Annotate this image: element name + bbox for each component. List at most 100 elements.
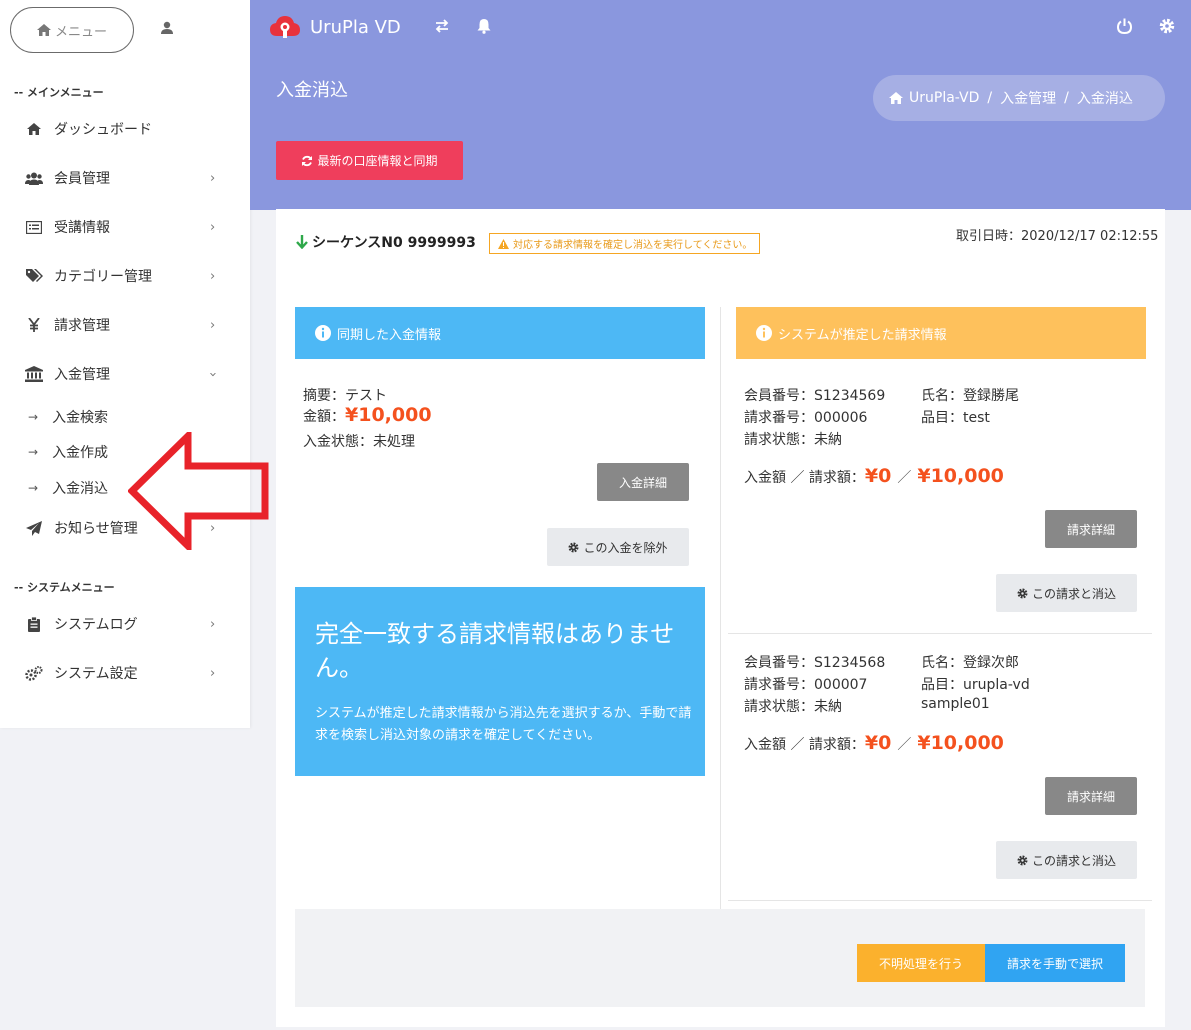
deposit-info-header: 同期した入金情報	[295, 307, 705, 359]
bill-amount-label: 入金額 ／ 請求額：	[744, 470, 865, 486]
exclude-deposit-button[interactable]: この入金を除外	[547, 528, 689, 566]
breadcrumb-separator: /	[1064, 90, 1069, 106]
sidebar-subitem-label: 入金消込	[52, 481, 109, 497]
estimated-bills-header: システムが推定した請求情報	[736, 307, 1146, 359]
bill-item: 品目：urupla-vd	[921, 677, 1030, 693]
sidebar-item-courses[interactable]: 受講情報 ›	[0, 207, 250, 247]
bill-billed-amount: ¥10,000	[917, 465, 1004, 487]
brand-name: UruPla VD	[310, 16, 401, 38]
sidebar-item-label: 入金管理	[54, 367, 110, 383]
sidebar-item-members[interactable]: 会員管理 ›	[0, 158, 250, 198]
sequence-number: シーケンスN0 9999993	[312, 235, 476, 251]
bill-item-continued: sample01	[921, 696, 990, 712]
breadcrumb-item-current: 入金消込	[1076, 91, 1133, 107]
deposit-amount-label: 金額：	[303, 409, 345, 425]
sidebar-subitem-deposit-reconcile[interactable]: → 入金消込	[28, 478, 108, 498]
users-icon	[24, 172, 44, 185]
sync-account-button[interactable]: 最新の口座情報と同期	[276, 141, 463, 180]
breadcrumb-separator: /	[987, 90, 993, 106]
unknown-process-button[interactable]: 不明処理を行う	[857, 944, 985, 982]
warning-icon	[498, 238, 509, 249]
arrow-right-icon: →	[28, 445, 39, 459]
apply-bill-button[interactable]: この請求と消込	[996, 841, 1137, 879]
brand[interactable]: UruPla VD	[270, 16, 401, 38]
estimated-bills-header-label: システムが推定した請求情報	[778, 327, 947, 343]
bill-member-name: 氏名：登録次郎	[921, 655, 1019, 671]
sidebar-subitem-label: 入金検索	[52, 410, 109, 426]
gear-icon	[1017, 855, 1028, 865]
deposit-status: 入金状態：未処理	[303, 434, 415, 450]
deposit-amount: ¥10,000	[345, 404, 432, 426]
bill-status: 請求状態：未納	[744, 432, 842, 448]
sidebar: メニュー -- メインメニュー ダッシュボード 会員管理 › 受講情報 › カテ…	[0, 0, 250, 728]
bell-icon[interactable]	[477, 18, 491, 38]
sidebar-item-system-settings[interactable]: システム設定 ›	[0, 653, 250, 693]
trade-datetime: 取引日時：2020/12/17 02:12:55	[956, 229, 1159, 244]
power-icon[interactable]	[1116, 18, 1133, 38]
switch-icon[interactable]	[434, 18, 450, 37]
bill-member-number: 会員番号：S1234568	[744, 655, 886, 671]
bill-number: 請求番号：000006	[744, 410, 868, 426]
arrow-down-icon	[296, 235, 308, 249]
bank-icon	[24, 366, 44, 382]
menu-button[interactable]: メニュー	[10, 7, 134, 53]
sidebar-item-categories[interactable]: カテゴリー管理 ›	[0, 256, 250, 296]
apply-bill-label: この請求と消込	[1031, 586, 1116, 601]
home-icon	[889, 92, 903, 104]
cloud-logo-icon	[270, 16, 300, 38]
bill-amount-slash: ／	[897, 737, 912, 753]
sidebar-item-label: 受講情報	[54, 220, 110, 236]
bill-amount-label: 入金額 ／ 請求額：	[744, 737, 865, 753]
user-icon[interactable]	[160, 20, 174, 39]
sidebar-item-dashboard[interactable]: ダッシュボード	[0, 109, 250, 149]
apply-bill-button[interactable]: この請求と消込	[996, 574, 1137, 612]
bill-amount-row: 入金額 ／ 請求額： ¥0 ／ ¥10,000	[744, 732, 1004, 754]
sidebar-item-label: システム設定	[54, 666, 138, 682]
bill-paid-amount: ¥0	[864, 732, 892, 754]
no-match-title: 完全一致する請求情報はありません。	[315, 620, 675, 682]
no-match-alert: 完全一致する請求情報はありません。 システムが推定した請求情報から消込先を選択す…	[295, 587, 705, 776]
sidebar-item-label: ダッシュボード	[54, 122, 152, 138]
bill-detail-button[interactable]: 請求詳細	[1045, 510, 1137, 548]
bill-member-number: 会員番号：S1234569	[744, 388, 886, 404]
system-menu-section-label: -- システムメニュー	[14, 581, 115, 594]
info-icon	[756, 325, 772, 341]
list-icon	[24, 220, 44, 234]
apply-bill-label: この請求と消込	[1031, 853, 1116, 868]
sidebar-item-label: お知らせ管理	[54, 521, 138, 537]
chevron-down-icon: ›	[205, 371, 221, 377]
gear-icon[interactable]	[1159, 18, 1175, 38]
chevron-right-icon: ›	[210, 268, 216, 284]
chevron-right-icon: ›	[210, 170, 216, 186]
refresh-icon	[302, 155, 313, 166]
sidebar-item-system-log[interactable]: システムログ ›	[0, 604, 250, 644]
bill-amount-slash: ／	[897, 470, 912, 486]
yen-icon	[24, 318, 44, 332]
bill-amount-row: 入金額 ／ 請求額： ¥0 ／ ¥10,000	[744, 465, 1004, 487]
exclude-deposit-label: この入金を除外	[583, 540, 668, 555]
info-icon	[315, 325, 331, 341]
deposit-info-header-label: 同期した入金情報	[337, 327, 442, 343]
chevron-right-icon: ›	[210, 317, 216, 333]
sidebar-subitem-deposit-search[interactable]: → 入金検索	[28, 407, 108, 427]
tags-icon	[24, 269, 44, 283]
red-arrow-annotation	[128, 432, 269, 550]
sidebar-item-deposits[interactable]: 入金管理 ›	[0, 354, 250, 394]
sidebar-item-billing[interactable]: 請求管理 ›	[0, 305, 250, 345]
column-divider	[720, 307, 721, 909]
chevron-right-icon: ›	[210, 616, 216, 632]
breadcrumb-item-home[interactable]: UruPla-VD	[909, 90, 979, 106]
cogs-icon	[24, 665, 44, 681]
main-menu-section-label: -- メインメニュー	[14, 86, 104, 99]
page-title: 入金消込	[276, 80, 348, 101]
manual-select-bill-button[interactable]: 請求を手動で選択	[985, 944, 1125, 982]
bill-number: 請求番号：000007	[744, 677, 868, 693]
sequence-label: シーケンスN0 9999993	[296, 232, 476, 252]
deposit-detail-button[interactable]: 入金詳細	[597, 463, 689, 501]
breadcrumb-item-deposits[interactable]: 入金管理	[1000, 88, 1056, 108]
bill-detail-button[interactable]: 請求詳細	[1045, 777, 1137, 815]
sidebar-subitem-deposit-create[interactable]: → 入金作成	[28, 442, 108, 462]
deposit-summary: 摘要：テスト	[303, 388, 387, 404]
chevron-right-icon: ›	[210, 219, 216, 235]
bill-separator	[728, 900, 1152, 901]
